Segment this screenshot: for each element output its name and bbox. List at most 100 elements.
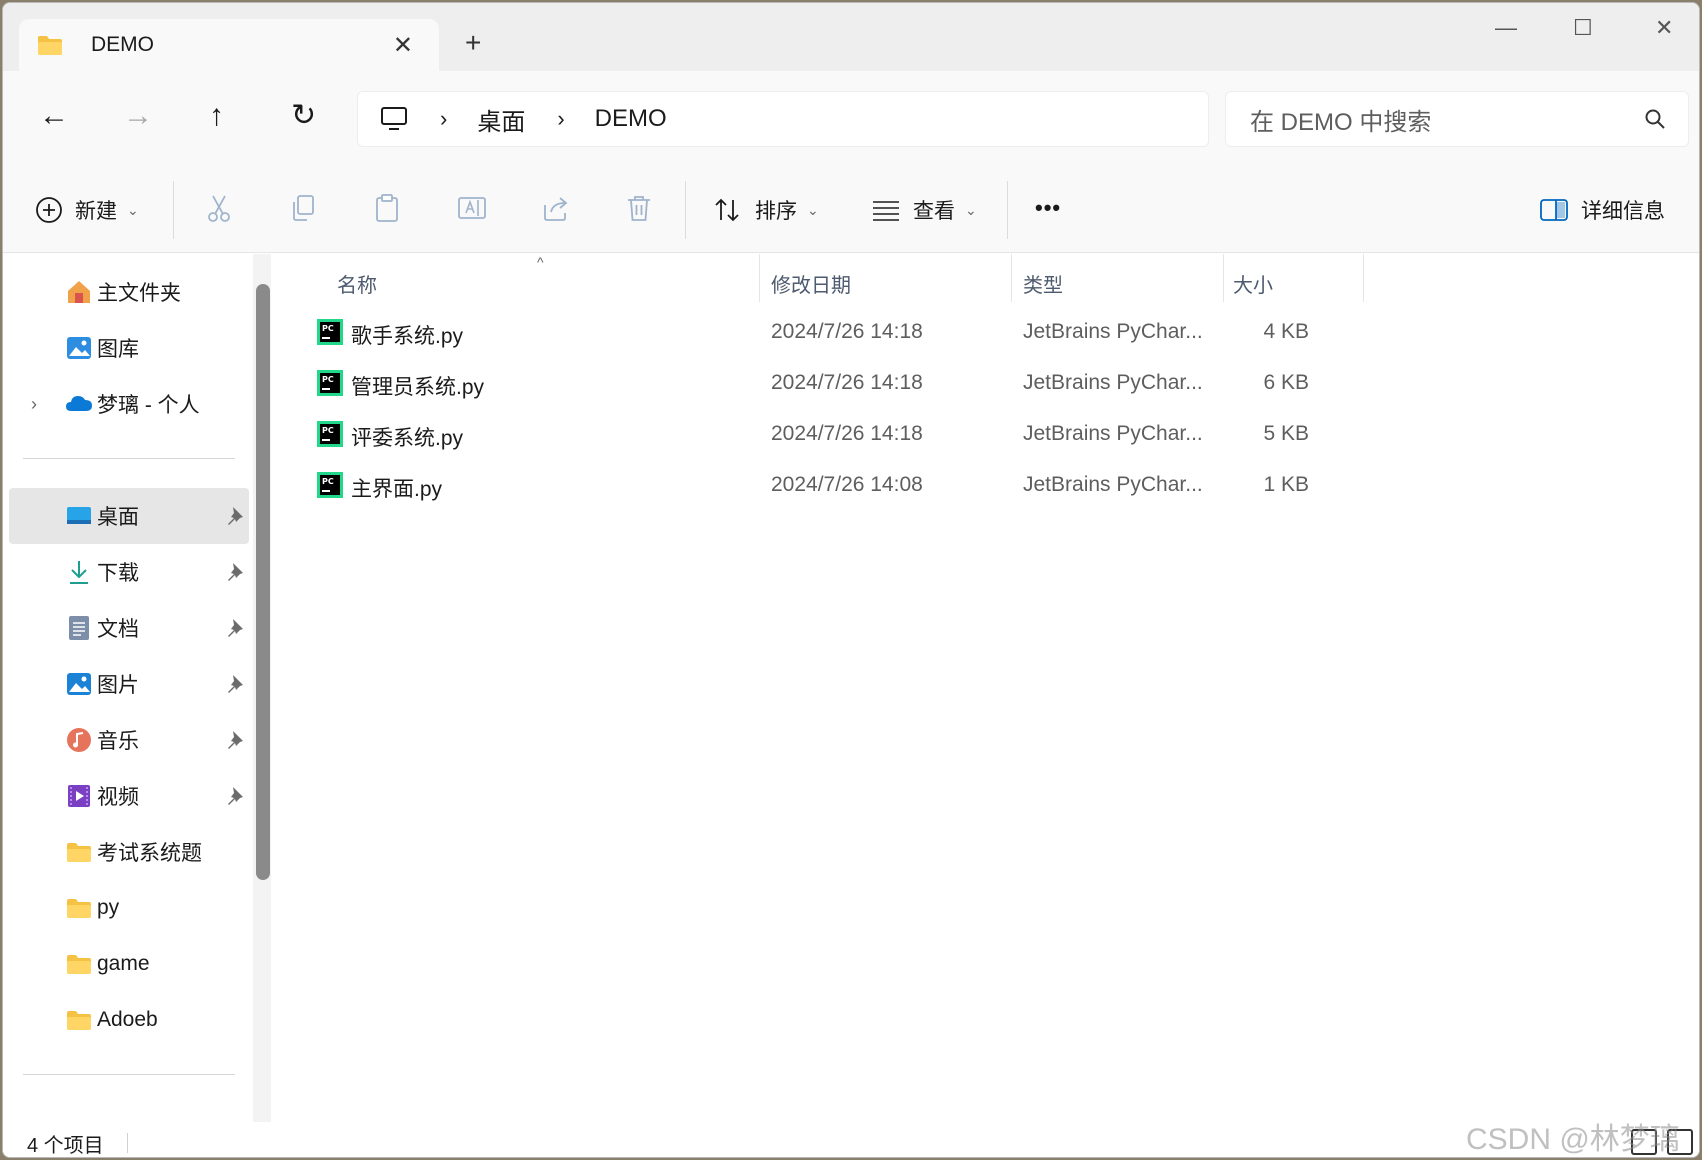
pictures-icon: [67, 673, 91, 695]
minimize-button[interactable]: —: [1495, 15, 1517, 41]
new-label: 新建: [75, 200, 117, 223]
tab-close-button[interactable]: ✕: [393, 31, 413, 60]
sort-icon: [715, 198, 739, 222]
close-button[interactable]: ✕: [1655, 15, 1673, 41]
column-divider[interactable]: [1363, 254, 1364, 302]
chevron-down-icon: ⌄: [807, 201, 819, 218]
refresh-button[interactable]: ↻: [291, 101, 316, 131]
pycharm-file-icon: PC: [317, 421, 343, 447]
maximize-button[interactable]: ☐: [1573, 15, 1593, 41]
tab-demo[interactable]: DEMO ✕: [19, 19, 439, 71]
address-bar[interactable]: › 桌面 › DEMO: [357, 91, 1209, 147]
sidebar-item-videos[interactable]: 视频: [9, 768, 249, 824]
sidebar-item-label: 图库: [97, 338, 139, 361]
pin-icon[interactable]: [225, 785, 245, 805]
paste-icon[interactable]: [373, 193, 401, 223]
search-box[interactable]: 在 DEMO 中搜索: [1225, 91, 1689, 147]
file-date: 2024/7/26 14:18: [771, 422, 923, 445]
file-name[interactable]: 管理员系统.py: [351, 371, 484, 401]
sidebar-item-music[interactable]: 音乐: [9, 712, 249, 768]
cloud-icon: [66, 396, 92, 411]
column-header-type[interactable]: 类型: [1023, 260, 1063, 306]
chevron-down-icon: ⌄: [965, 201, 977, 218]
pin-icon[interactable]: [225, 505, 245, 525]
chevron-right-icon[interactable]: ›: [31, 394, 37, 415]
sidebar-item-folder[interactable]: Adoeb: [9, 992, 249, 1048]
sidebar-item-label: 文档: [97, 618, 139, 641]
sidebar-item-folder[interactable]: 考试系统题: [9, 824, 249, 880]
back-button[interactable]: ←: [39, 101, 69, 131]
sidebar-item-label: 桌面: [97, 506, 139, 529]
sidebar-item-onedrive[interactable]: › 梦璃 - 个人: [9, 376, 249, 432]
pin-icon[interactable]: [225, 561, 245, 581]
sidebar-item-home[interactable]: 主文件夹: [9, 264, 249, 320]
tab-title: DEMO: [91, 33, 154, 56]
column-divider[interactable]: [759, 254, 760, 302]
breadcrumb-demo[interactable]: DEMO: [595, 105, 667, 133]
sidebar-item-folder[interactable]: game: [9, 936, 249, 992]
new-button[interactable]: 新建 ⌄: [35, 195, 139, 225]
title-bar: DEMO ✕ + — ☐ ✕: [3, 3, 1699, 71]
file-name[interactable]: 评委系统.py: [351, 422, 463, 452]
folder-icon: [67, 955, 91, 974]
new-tab-button[interactable]: +: [465, 29, 481, 57]
table-row[interactable]: PC 主界面.py 2024/7/26 14:08 JetBrains PyCh…: [281, 461, 1309, 509]
column-header-name[interactable]: 名称: [337, 260, 377, 306]
pin-icon[interactable]: [225, 729, 245, 749]
explorer-window: DEMO ✕ + — ☐ ✕ ← → ↑ ↻ › 桌面 › DEMO 在 DEM…: [2, 2, 1700, 1158]
file-type: JetBrains PyChar...: [1023, 371, 1203, 394]
computer-icon[interactable]: [380, 106, 408, 132]
details-pane-button[interactable]: 详细信息: [1539, 195, 1665, 225]
table-row[interactable]: PC 管理员系统.py 2024/7/26 14:18 JetBrains Py…: [281, 359, 1309, 407]
column-header-size[interactable]: 大小: [1233, 260, 1273, 306]
table-row[interactable]: PC 歌手系统.py 2024/7/26 14:18 JetBrains PyC…: [281, 308, 1309, 356]
view-button[interactable]: 查看 ⌄: [871, 195, 977, 225]
sidebar-divider: [23, 458, 235, 459]
forward-button[interactable]: →: [123, 101, 153, 131]
search-placeholder[interactable]: 在 DEMO 中搜索: [1250, 102, 1431, 137]
video-icon: [68, 785, 90, 807]
file-date: 2024/7/26 14:18: [771, 320, 923, 343]
sidebar-item-documents[interactable]: 文档: [9, 600, 249, 656]
column-divider[interactable]: [1011, 254, 1012, 302]
breadcrumb-separator[interactable]: ›: [557, 106, 564, 132]
sidebar-item-downloads[interactable]: 下载: [9, 544, 249, 600]
more-options-button[interactable]: •••: [1035, 195, 1061, 221]
folder-icon: [67, 899, 91, 918]
file-size: 6 KB: [1263, 371, 1309, 394]
navigation-bar: ← → ↑ ↻ › 桌面 › DEMO 在 DEMO 中搜索: [3, 71, 1699, 167]
pin-icon[interactable]: [225, 673, 245, 693]
sort-button[interactable]: 排序 ⌄: [713, 195, 819, 225]
view-icon: [873, 201, 899, 221]
command-bar: 新建 ⌄ 排序 ⌄ 查看 ⌄ ••• 详细信息: [3, 167, 1699, 253]
sidebar-scrollbar-thumb[interactable]: [256, 284, 270, 880]
column-header-date[interactable]: 修改日期: [771, 260, 851, 306]
file-name[interactable]: 歌手系统.py: [351, 320, 463, 350]
sidebar-item-label: Adoeb: [97, 1008, 158, 1031]
pin-icon[interactable]: [225, 617, 245, 637]
sidebar-item-pictures[interactable]: 图片: [9, 656, 249, 712]
copy-icon[interactable]: [289, 193, 317, 223]
pycharm-file-icon: PC: [317, 472, 343, 498]
share-icon[interactable]: [541, 193, 571, 223]
sidebar-item-gallery[interactable]: 图库: [9, 320, 249, 376]
delete-icon[interactable]: [625, 193, 653, 223]
svg-text:PC: PC: [322, 477, 334, 486]
sidebar-item-label: 主文件夹: [97, 282, 181, 305]
sidebar-item-folder[interactable]: py: [9, 880, 249, 936]
file-date: 2024/7/26 14:08: [771, 473, 923, 496]
table-row[interactable]: PC 评委系统.py 2024/7/26 14:18 JetBrains PyC…: [281, 410, 1309, 458]
breadcrumb-separator[interactable]: ›: [440, 106, 447, 132]
column-divider[interactable]: [1223, 254, 1224, 302]
download-icon: [70, 561, 88, 584]
sidebar-divider: [23, 1074, 235, 1075]
file-type: JetBrains PyChar...: [1023, 320, 1203, 343]
sidebar-item-desktop[interactable]: 桌面: [9, 488, 249, 544]
search-icon[interactable]: [1644, 108, 1666, 130]
file-name[interactable]: 主界面.py: [351, 473, 442, 503]
up-button[interactable]: ↑: [209, 101, 224, 131]
document-icon: [69, 616, 89, 640]
breadcrumb-desktop[interactable]: 桌面: [477, 102, 525, 137]
rename-icon[interactable]: [457, 193, 487, 223]
cut-icon[interactable]: [205, 193, 233, 223]
